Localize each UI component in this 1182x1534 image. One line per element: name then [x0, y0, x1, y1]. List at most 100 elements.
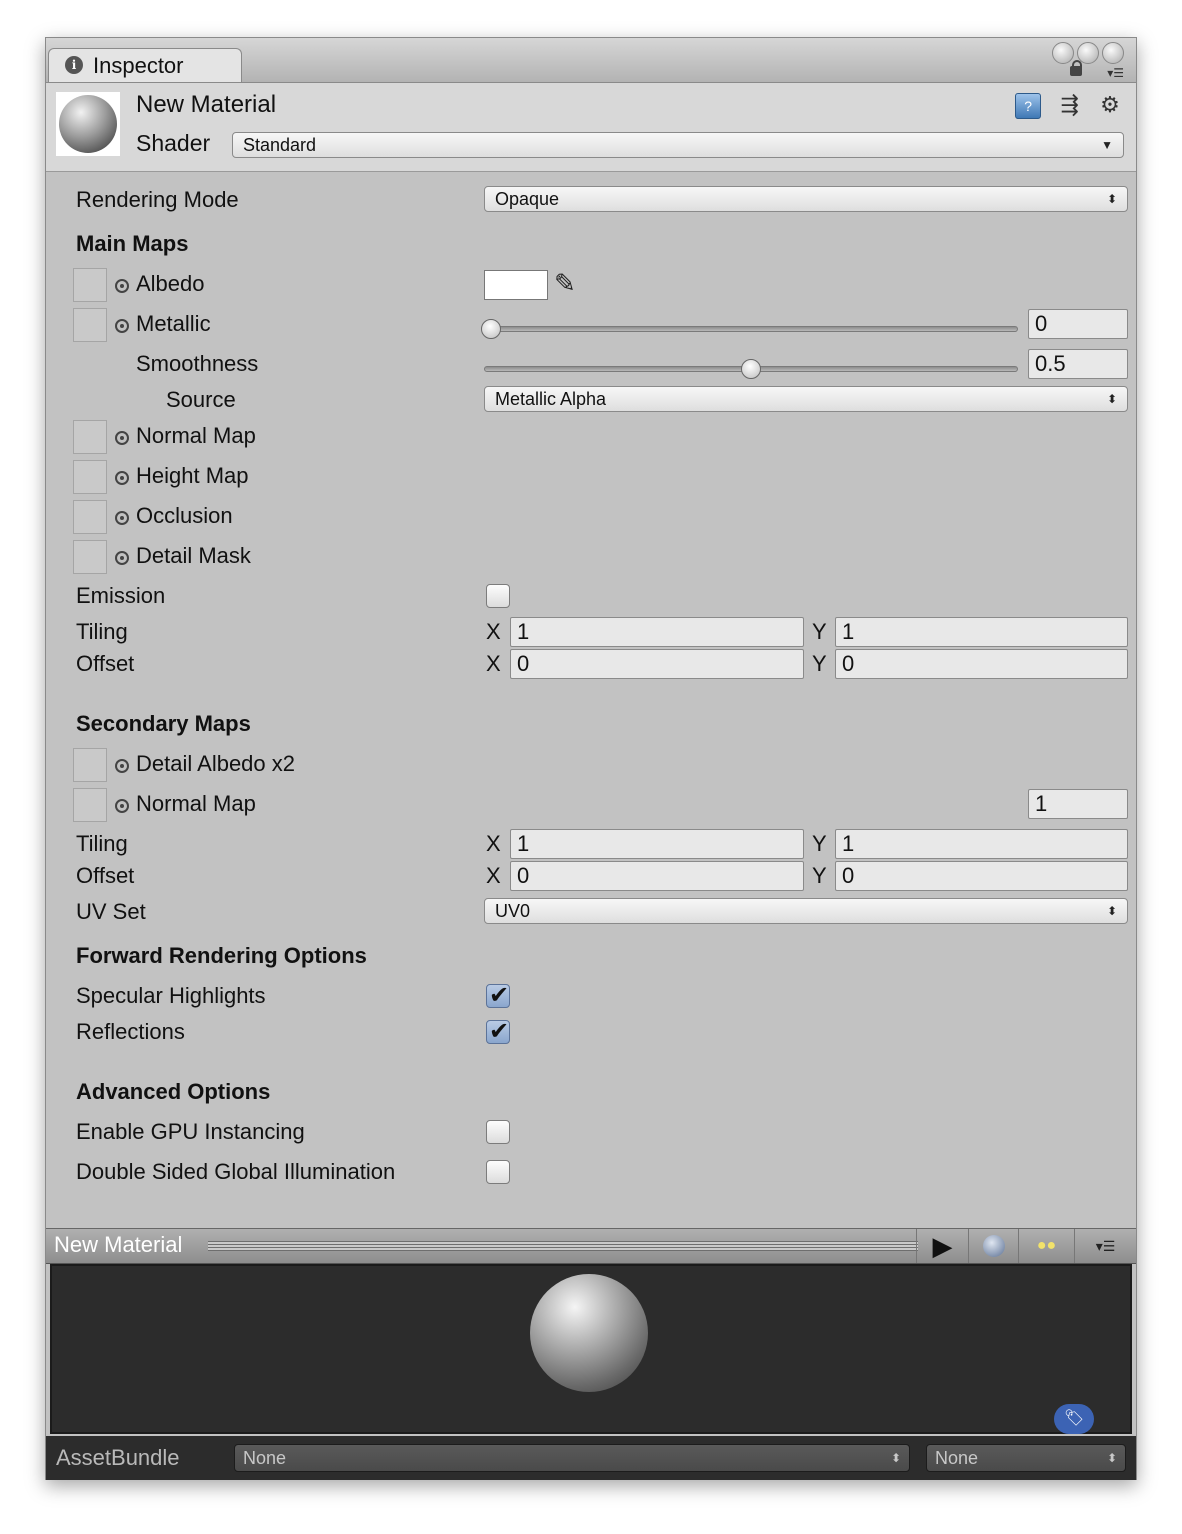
reflections-label: Reflections [76, 1019, 185, 1044]
assetbundle-variant-dropdown[interactable]: None ⬍ [926, 1444, 1126, 1472]
main-offset-x-field[interactable]: 0 [510, 649, 804, 679]
double-sided-gi-checkbox[interactable] [486, 1160, 510, 1184]
preview-sphere-button[interactable] [968, 1229, 1018, 1263]
rendering-mode-value: Opaque [495, 189, 560, 209]
lights-icon[interactable]: ●● [1018, 1229, 1074, 1263]
lock-icon[interactable] [1070, 60, 1082, 76]
secondary-normal-map-label: Normal Map [136, 791, 256, 816]
main-tiling-x-field[interactable]: 1 [510, 617, 804, 647]
shader-dropdown[interactable]: Standard ▼ [232, 132, 1124, 158]
assetbundle-row: AssetBundle None ⬍ None ⬍ [46, 1436, 1136, 1480]
gpu-instancing-label: Enable GPU Instancing [76, 1119, 305, 1144]
normal-map-picker-icon[interactable] [115, 431, 129, 445]
main-offset-y-field[interactable]: 0 [835, 649, 1128, 679]
occlusion-picker-icon[interactable] [115, 511, 129, 525]
secondary-tiling-label: Tiling [76, 831, 128, 856]
secondary-tiling-x-field[interactable]: 1 [510, 829, 804, 859]
main-offset-y-label: Y [812, 651, 827, 676]
smoothness-slider-knob[interactable] [741, 359, 761, 379]
emission-checkbox[interactable] [486, 584, 510, 608]
normal-map-label: Normal Map [136, 423, 256, 448]
secondary-tiling-y-label: Y [812, 831, 827, 856]
height-map-picker-icon[interactable] [115, 471, 129, 485]
presets-icon[interactable]: ⇶ [1058, 94, 1082, 118]
gpu-instancing-checkbox[interactable] [486, 1120, 510, 1144]
material-header: New Material Shader Standard ▼ ? ⇶ ⚙ [46, 83, 1136, 172]
metallic-value-field[interactable]: 0 [1028, 309, 1128, 339]
secondary-offset-x-field[interactable]: 0 [510, 861, 804, 891]
metallic-picker-icon[interactable] [115, 319, 129, 333]
tab-inspector[interactable]: i Inspector [48, 48, 242, 82]
sphere-icon [982, 1235, 1005, 1257]
gear-icon[interactable]: ⚙ [1098, 94, 1122, 118]
preview-toolbar[interactable]: New Material ▶ ●● ▾☰ [46, 1228, 1136, 1264]
main-tiling-y-label: Y [812, 619, 827, 644]
smoothness-label: Smoothness [136, 351, 259, 376]
secondary-maps-heading: Secondary Maps [76, 711, 251, 736]
albedo-label: Albedo [136, 271, 205, 296]
main-tiling-y-field[interactable]: 1 [835, 617, 1128, 647]
uv-set-dropdown[interactable]: UV0 ⬍ [484, 898, 1128, 924]
tag-icon[interactable]: 🏷 [1054, 1404, 1094, 1434]
specular-highlights-checkbox[interactable]: ✔ [486, 982, 510, 1009]
detail-mask-texture-slot[interactable] [73, 540, 107, 574]
material-preview[interactable]: 🏷 [50, 1264, 1132, 1434]
secondary-normal-scale-field[interactable]: 1 [1028, 789, 1128, 819]
eyedropper-icon[interactable]: ✎ [554, 268, 576, 299]
albedo-texture-slot[interactable] [73, 268, 107, 302]
forward-rendering-heading: Forward Rendering Options [76, 943, 367, 968]
material-thumbnail [56, 92, 120, 156]
source-label: Source [166, 387, 236, 412]
updown-arrow-icon: ⬍ [1106, 392, 1117, 406]
metallic-texture-slot[interactable] [73, 308, 107, 342]
preview-menu-icon[interactable]: ▾☰ [1074, 1229, 1136, 1263]
detail-albedo-label: Detail Albedo x2 [136, 751, 295, 776]
detail-mask-picker-icon[interactable] [115, 551, 129, 565]
detail-albedo-picker-icon[interactable] [115, 759, 129, 773]
main-offset-label: Offset [76, 651, 135, 676]
secondary-offset-label: Offset [76, 863, 135, 888]
height-map-label: Height Map [136, 463, 249, 488]
rendering-mode-label: Rendering Mode [76, 187, 239, 212]
checkmark-icon: ✔ [489, 1018, 510, 1045]
main-tiling-label: Tiling [76, 619, 128, 644]
metallic-label: Metallic [136, 311, 211, 336]
assetbundle-label: AssetBundle [56, 1445, 180, 1470]
detail-albedo-texture-slot[interactable] [73, 748, 107, 782]
rendering-mode-dropdown[interactable]: Opaque ⬍ [484, 186, 1128, 212]
help-book-icon[interactable]: ? [1015, 93, 1042, 119]
chevron-down-icon: ▼ [1101, 138, 1113, 152]
occlusion-texture-slot[interactable] [73, 500, 107, 534]
normal-map-texture-slot[interactable] [73, 420, 107, 454]
updown-arrow-icon: ⬍ [1106, 1451, 1117, 1465]
updown-arrow-icon: ⬍ [1106, 904, 1117, 918]
tab-label: Inspector [93, 53, 184, 78]
main-maps-heading: Main Maps [76, 231, 189, 256]
assetbundle-name-value: None [243, 1448, 287, 1468]
albedo-picker-icon[interactable] [115, 279, 129, 293]
smoothness-value-field[interactable]: 0.5 [1028, 349, 1128, 379]
play-icon[interactable]: ▶ [916, 1229, 968, 1263]
inspector-window: i Inspector ▾☰ New Material Shader Stand… [45, 37, 1137, 1480]
window-maximize-button[interactable] [1102, 42, 1124, 64]
source-dropdown[interactable]: Metallic Alpha ⬍ [484, 386, 1128, 412]
secondary-tiling-y-field[interactable]: 1 [835, 829, 1128, 859]
info-icon: i [65, 56, 83, 74]
height-map-texture-slot[interactable] [73, 460, 107, 494]
window-close-button[interactable] [1052, 42, 1074, 64]
secondary-offset-y-field[interactable]: 0 [835, 861, 1128, 891]
tab-menu-icon[interactable]: ▾☰ [1107, 66, 1124, 80]
preview-drag-handle[interactable] [208, 1241, 918, 1251]
uv-set-value: UV0 [495, 901, 531, 921]
main-offset-x-label: X [486, 651, 501, 676]
metallic-slider-track[interactable] [484, 326, 1018, 332]
updown-arrow-icon: ⬍ [1106, 192, 1117, 206]
reflections-checkbox[interactable]: ✔ [486, 1018, 510, 1045]
albedo-color-swatch[interactable] [484, 270, 548, 300]
assetbundle-name-dropdown[interactable]: None ⬍ [234, 1444, 910, 1472]
metallic-slider-knob[interactable] [481, 319, 501, 339]
secondary-normal-map-picker-icon[interactable] [115, 799, 129, 813]
source-value: Metallic Alpha [495, 389, 607, 409]
secondary-normal-map-slot[interactable] [73, 788, 107, 822]
secondary-tiling-x-label: X [486, 831, 501, 856]
